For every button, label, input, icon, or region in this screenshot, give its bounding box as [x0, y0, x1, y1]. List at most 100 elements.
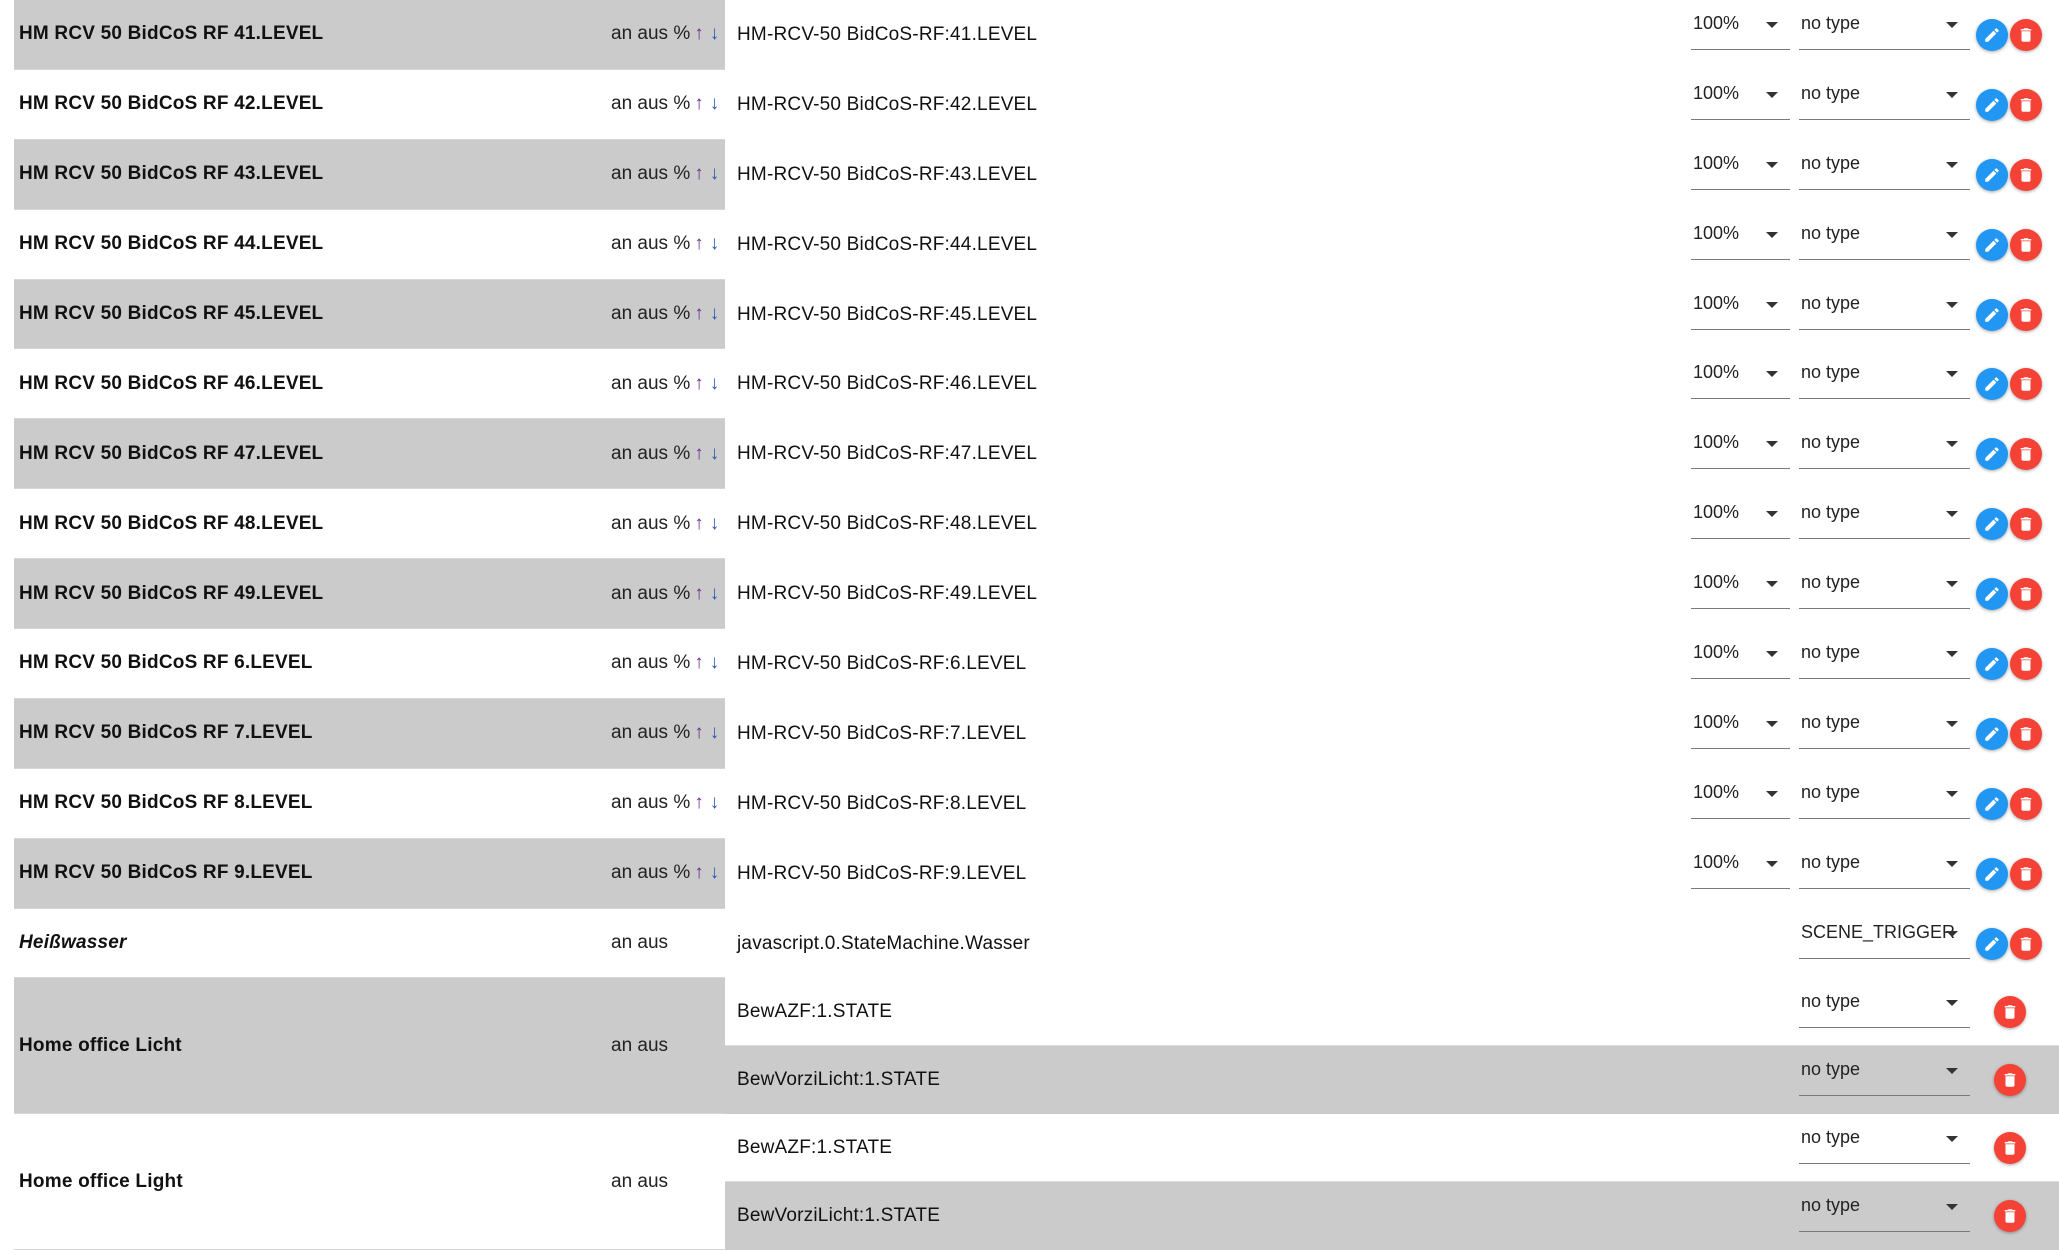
delete-button[interactable] — [2010, 88, 2042, 121]
row-actions: an aus % ↑ ↓ — [610, 489, 725, 558]
device-id: HM-RCV-50 BidCoS-RF:49.LEVEL — [737, 583, 1038, 605]
edit-button[interactable] — [1976, 438, 2008, 471]
type-select[interactable]: no type — [1799, 80, 1970, 120]
device-list: HM-RCV-50 BidCoS-RF:45.LEVEL 100% no type — [725, 279, 2059, 350]
delete-button[interactable] — [2010, 787, 2042, 820]
factor-select[interactable]: 100% — [1691, 80, 1790, 120]
edit-button[interactable] — [1976, 647, 2008, 680]
factor-select[interactable]: 100% — [1691, 499, 1790, 540]
type-select[interactable]: no type — [1799, 1056, 1970, 1097]
edit-button[interactable] — [1976, 158, 2008, 191]
edit-button[interactable] — [1976, 927, 2008, 960]
factor-select[interactable]: 100% — [1691, 429, 1790, 470]
device-id: HM-RCV-50 BidCoS-RF:46.LEVEL — [737, 373, 1038, 395]
edit-button[interactable] — [1976, 298, 2008, 331]
trash-icon — [2020, 98, 2032, 112]
delete-button[interactable] — [2010, 438, 2042, 471]
edit-button[interactable] — [1976, 228, 2008, 261]
delete-button[interactable] — [1994, 996, 2026, 1029]
type-value: no type — [1801, 362, 1861, 383]
factor-select[interactable]: 100% — [1691, 709, 1790, 749]
arrow-up-icon: ↑ — [694, 163, 704, 185]
factor-select[interactable]: 100% — [1691, 10, 1790, 50]
delete-button[interactable] — [2010, 18, 2042, 51]
type-value: no type — [1801, 851, 1861, 872]
table-row: HM RCV 50 BidCoS RF 42.LEVEL an aus % ↑ ↓ HM… — [14, 69, 2059, 140]
row-actions: an aus % ↑ ↓ — [610, 279, 725, 349]
row-name-label: HM RCV 50 BidCoS RF 49.LEVEL — [19, 582, 324, 604]
type-select[interactable]: no type — [1799, 569, 1970, 610]
delete-button[interactable] — [2010, 578, 2042, 611]
factor-value: 100% — [1693, 502, 1740, 523]
delete-button[interactable] — [2010, 647, 2042, 680]
factor-value: 100% — [1693, 851, 1740, 872]
type-select[interactable]: no type — [1799, 639, 1970, 680]
row-name-label: HM RCV 50 BidCoS RF 8.LEVEL — [19, 792, 313, 814]
delete-button[interactable] — [2010, 717, 2042, 750]
type-select[interactable]: no type — [1799, 359, 1970, 400]
factor-select[interactable]: 100% — [1691, 150, 1790, 190]
trash-icon — [2020, 936, 2032, 951]
type-select[interactable]: no type — [1799, 10, 1970, 50]
edit-button[interactable] — [1976, 368, 2008, 401]
delete-button[interactable] — [2010, 368, 2042, 401]
delete-button[interactable] — [1994, 1132, 2026, 1165]
type-select[interactable]: no type — [1799, 429, 1970, 470]
trash-icon — [2004, 1141, 2016, 1156]
edit-button[interactable] — [1976, 717, 2008, 750]
delete-button[interactable] — [2010, 298, 2042, 331]
table-row: HM RCV 50 BidCoS RF 49.LEVEL an aus % ↑ ↓ HM… — [14, 559, 2059, 630]
device-id: HM-RCV-50 BidCoS-RF:45.LEVEL — [737, 303, 1038, 325]
row-name: Home office Light — [14, 1114, 610, 1249]
chevron-down-icon — [1766, 231, 1778, 238]
factor-select[interactable]: 100% — [1691, 290, 1790, 330]
device-id: HM-RCV-50 BidCoS-RF:47.LEVEL — [737, 443, 1038, 465]
chevron-down-icon — [1946, 161, 1958, 168]
delete-button[interactable] — [2010, 228, 2042, 261]
delete-button[interactable] — [2010, 158, 2042, 191]
device-list: HM-RCV-50 BidCoS-RF:42.LEVEL 100% no type — [725, 69, 2059, 140]
type-select[interactable]: no type — [1799, 499, 1970, 540]
factor-select[interactable]: 100% — [1691, 220, 1790, 260]
delete-button[interactable] — [2010, 857, 2042, 890]
type-select[interactable]: no type — [1799, 709, 1970, 749]
delete-button[interactable] — [1994, 1064, 2026, 1097]
edit-button[interactable] — [1976, 18, 2008, 51]
type-select[interactable]: no type — [1799, 1124, 1970, 1165]
trash-icon — [2020, 377, 2032, 392]
delete-button[interactable] — [1994, 1200, 2026, 1233]
device-entry: HM-RCV-50 BidCoS-RF:42.LEVEL 100% no type — [725, 69, 2059, 140]
type-value: no type — [1801, 642, 1861, 663]
type-select[interactable]: SCENE_TRIGGER — [1799, 919, 1970, 959]
type-select[interactable]: no type — [1799, 220, 1970, 260]
device-id: HM-RCV-50 BidCoS-RF:9.LEVEL — [737, 862, 1027, 884]
type-select[interactable]: no type — [1799, 779, 1970, 819]
row-name-label: HM RCV 50 BidCoS RF 42.LEVEL — [19, 93, 324, 115]
type-select[interactable]: no type — [1799, 150, 1970, 190]
factor-select[interactable]: 100% — [1691, 569, 1790, 610]
device-entry: HM-RCV-50 BidCoS-RF:47.LEVEL 100% no type — [725, 419, 2059, 490]
factor-select[interactable]: 100% — [1691, 849, 1790, 889]
type-select[interactable]: no type — [1799, 849, 1970, 889]
device-list: HM-RCV-50 BidCoS-RF:41.LEVEL 100% no type — [725, 0, 2059, 70]
edit-button[interactable] — [1976, 578, 2008, 611]
edit-button[interactable] — [1976, 857, 2008, 890]
type-select[interactable]: no type — [1799, 290, 1970, 330]
factor-select[interactable]: 100% — [1691, 359, 1790, 400]
type-select[interactable]: no type — [1799, 988, 1970, 1029]
edit-button[interactable] — [1976, 88, 2008, 121]
edit-button[interactable] — [1976, 508, 2008, 541]
table-row: HM RCV 50 BidCoS RF 8.LEVEL an aus % ↑ ↓ HM-… — [14, 768, 2059, 839]
row-name: HM RCV 50 BidCoS RF 48.LEVEL — [14, 489, 610, 558]
edit-button[interactable] — [1976, 787, 2008, 820]
actions-label: an aus — [611, 1170, 669, 1192]
pencil-icon — [1985, 167, 1999, 182]
delete-button[interactable] — [2010, 927, 2042, 960]
actions-label: an aus % — [611, 512, 691, 534]
factor-value: 100% — [1693, 642, 1740, 663]
factor-select[interactable]: 100% — [1691, 639, 1790, 680]
type-select[interactable]: no type — [1799, 1192, 1970, 1233]
factor-select[interactable]: 100% — [1691, 779, 1790, 819]
delete-button[interactable] — [2010, 508, 2042, 541]
row-name: HM RCV 50 BidCoS RF 7.LEVEL — [14, 698, 610, 768]
